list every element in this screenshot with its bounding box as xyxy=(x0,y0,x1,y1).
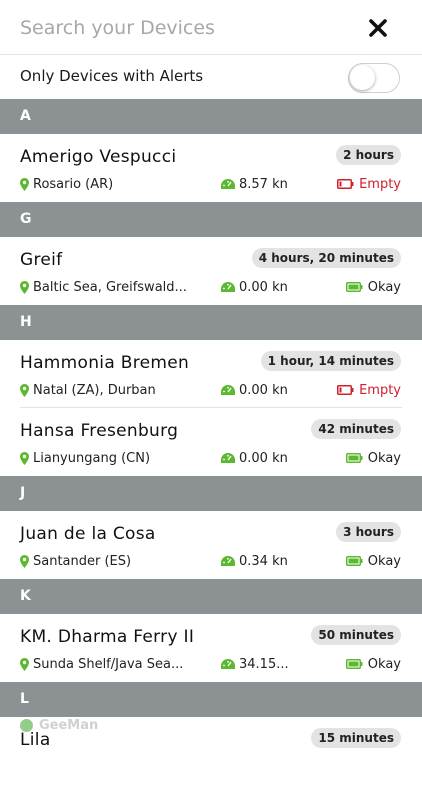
battery-status: Okay xyxy=(345,656,401,672)
battery-text: Okay xyxy=(367,553,401,569)
device-location: Baltic Sea, Greifswald... xyxy=(20,279,187,295)
time-badge: 42 minutes xyxy=(311,419,401,439)
battery-text: Empty xyxy=(359,176,401,192)
section-header-h: H xyxy=(0,305,422,340)
section-letter: H xyxy=(20,314,32,330)
device-speed: 0.00 kn xyxy=(221,450,288,466)
device-name: Greif xyxy=(20,250,63,270)
battery-text: Empty xyxy=(359,382,401,398)
device-location: Sunda Shelf/Java Sea... xyxy=(20,656,183,672)
alerts-filter-label: Only Devices with Alerts xyxy=(20,67,204,85)
device-speed: 0.34 kn xyxy=(221,553,288,569)
search-input[interactable] xyxy=(20,12,340,44)
device-speed: 8.57 kn xyxy=(221,176,288,192)
speedometer-icon xyxy=(221,178,235,189)
device-row[interactable]: Amerigo Vespucci 2 hours Rosario (AR) 8.… xyxy=(0,134,422,202)
battery-text: Okay xyxy=(367,656,401,672)
time-badge: 1 hour, 14 minutes xyxy=(260,351,401,371)
battery-status: Okay xyxy=(345,553,401,569)
watermark-text: GeeMan xyxy=(39,718,99,733)
location-pin-icon xyxy=(20,554,29,568)
time-badge: 2 hours xyxy=(336,145,401,165)
device-speed: 0.00 kn xyxy=(221,382,288,398)
speed-text: 0.00 kn xyxy=(239,450,288,466)
speed-text: 34.15... xyxy=(239,656,289,672)
speedometer-icon xyxy=(221,658,235,669)
close-button[interactable] xyxy=(364,14,392,42)
battery-full-icon xyxy=(345,556,363,566)
battery-empty-icon xyxy=(337,385,354,395)
device-name: KM. Dharma Ferry II xyxy=(20,627,195,647)
device-row[interactable]: Greif 4 hours, 20 minutes Baltic Sea, Gr… xyxy=(0,237,422,305)
device-speed: 0.00 kn xyxy=(221,279,288,295)
watermark: GeeMan xyxy=(20,718,98,733)
speedometer-icon xyxy=(221,555,235,566)
battery-status: Empty xyxy=(337,382,401,398)
battery-full-icon xyxy=(345,282,363,292)
time-badge: 3 hours xyxy=(336,522,401,542)
device-name: Juan de la Cosa xyxy=(20,524,156,544)
section-letter: G xyxy=(20,211,32,227)
time-badge: 4 hours, 20 minutes xyxy=(251,248,401,268)
section-header-l: L xyxy=(0,682,422,717)
section-header-a: A xyxy=(0,99,422,134)
speed-text: 0.00 kn xyxy=(239,382,288,398)
section-header-j: J xyxy=(0,476,422,511)
device-name: Amerigo Vespucci xyxy=(20,147,177,167)
location-text: Sunda Shelf/Java Sea... xyxy=(33,656,184,672)
device-name: Lila xyxy=(20,730,51,750)
alerts-filter-row: Only Devices with Alerts xyxy=(0,55,422,99)
section-letter: A xyxy=(20,108,31,124)
section-header-g: G xyxy=(0,202,422,237)
device-location: Santander (ES) xyxy=(20,553,131,569)
section-header-k: K xyxy=(0,579,422,614)
battery-status: Okay xyxy=(345,450,401,466)
time-badge: 15 minutes xyxy=(311,728,401,748)
battery-full-icon xyxy=(345,659,363,669)
location-pin-icon xyxy=(20,657,29,671)
close-icon xyxy=(369,19,387,37)
location-text: Rosario (AR) xyxy=(33,176,114,192)
watermark-logo-icon xyxy=(20,719,33,732)
device-name: Hammonia Bremen xyxy=(20,353,190,373)
location-pin-icon xyxy=(20,383,29,397)
speedometer-icon xyxy=(221,281,235,292)
device-row[interactable]: Juan de la Cosa 3 hours Santander (ES) 0… xyxy=(0,511,422,579)
location-text: Lianyungang (CN) xyxy=(33,450,151,466)
device-speed: 34.15... xyxy=(221,656,289,672)
device-location: Natal (ZA), Durban xyxy=(20,382,156,398)
speed-text: 0.34 kn xyxy=(239,553,288,569)
section-letter: K xyxy=(20,588,31,604)
location-text: Baltic Sea, Greifswald... xyxy=(33,279,187,295)
battery-empty-icon xyxy=(337,179,354,189)
toggle-knob xyxy=(350,65,375,90)
speed-text: 0.00 kn xyxy=(239,279,288,295)
time-badge: 50 minutes xyxy=(311,625,401,645)
location-text: Natal (ZA), Durban xyxy=(33,382,156,398)
battery-status: Okay xyxy=(345,279,401,295)
battery-status: Empty xyxy=(337,176,401,192)
device-row[interactable]: Hammonia Bremen 1 hour, 14 minutes Natal… xyxy=(0,340,422,408)
battery-full-icon xyxy=(345,453,363,463)
speedometer-icon xyxy=(221,452,235,463)
location-pin-icon xyxy=(20,280,29,294)
speed-text: 8.57 kn xyxy=(239,176,288,192)
section-letter: L xyxy=(20,691,29,707)
location-pin-icon xyxy=(20,177,29,191)
search-bar xyxy=(0,0,422,55)
location-pin-icon xyxy=(20,451,29,465)
battery-text: Okay xyxy=(367,279,401,295)
alerts-filter-toggle[interactable] xyxy=(348,63,400,93)
device-name: Hansa Fresenburg xyxy=(20,421,179,441)
speedometer-icon xyxy=(221,384,235,395)
device-location: Rosario (AR) xyxy=(20,176,113,192)
section-letter: J xyxy=(20,485,26,501)
location-text: Santander (ES) xyxy=(33,553,132,569)
battery-text: Okay xyxy=(367,450,401,466)
device-location: Lianyungang (CN) xyxy=(20,450,150,466)
device-row[interactable]: KM. Dharma Ferry II 50 minutes Sunda She… xyxy=(0,614,422,682)
device-row[interactable]: Hansa Fresenburg 42 minutes Lianyungang … xyxy=(0,408,422,476)
